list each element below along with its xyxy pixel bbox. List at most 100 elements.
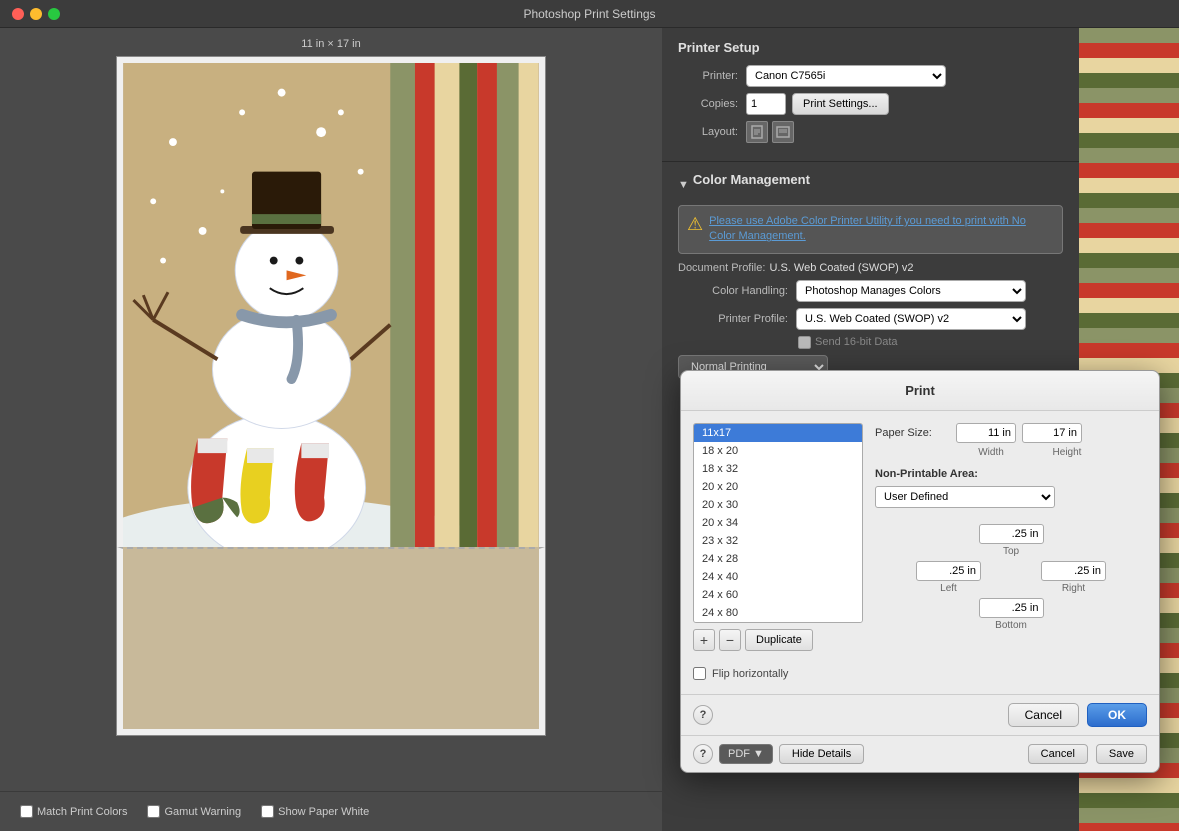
preview-area	[116, 56, 546, 736]
printer-label: Printer:	[678, 70, 738, 82]
top-margin-input[interactable]	[979, 524, 1044, 544]
color-handling-label: Color Handling:	[678, 285, 788, 297]
remove-paper-size-button[interactable]: −	[719, 629, 741, 651]
width-label: Width	[956, 447, 1026, 458]
list-item[interactable]: 11x17	[694, 424, 862, 442]
printer-profile-select[interactable]: U.S. Web Coated (SWOP) v2	[796, 308, 1026, 330]
pdf-button[interactable]: PDF ▼	[719, 744, 773, 764]
doc-profile-label: Document Profile:	[678, 262, 765, 274]
bottom-controls: Match Print Colors Gamut Warning Show Pa…	[0, 791, 662, 831]
cancel-button[interactable]: Cancel	[1008, 703, 1079, 727]
outer-cancel-button[interactable]: Cancel	[1028, 744, 1088, 764]
show-paper-white-checkbox[interactable]	[261, 805, 274, 818]
list-item[interactable]: 24 x 40	[694, 568, 862, 586]
print-dialog-footer: ? Cancel OK	[681, 694, 1159, 735]
list-item[interactable]: 20 x 34	[694, 514, 862, 532]
list-item[interactable]: 20 x 20	[694, 478, 862, 496]
doc-profile-value: U.S. Web Coated (SWOP) v2	[769, 262, 913, 274]
save-button[interactable]: Save	[1096, 744, 1147, 764]
non-printable-select[interactable]: User Defined	[875, 486, 1055, 508]
list-item[interactable]: 24 x 28	[694, 550, 862, 568]
printer-profile-label: Printer Profile:	[678, 313, 788, 325]
gamut-warning-checkbox[interactable]	[147, 805, 160, 818]
section-toggle-icon[interactable]: ▼	[678, 179, 689, 191]
show-paper-white-label[interactable]: Show Paper White	[261, 805, 369, 818]
copies-row: Copies: Print Settings...	[678, 93, 1063, 115]
warning-box: ⚠ Please use Adobe Color Printer Utility…	[678, 205, 1063, 254]
bottom-label: Bottom	[995, 620, 1027, 631]
maximize-button[interactable]	[48, 8, 60, 20]
portrait-layout-icon[interactable]	[746, 121, 768, 143]
copies-input[interactable]	[746, 93, 786, 115]
right-label: Right	[1062, 583, 1085, 594]
hide-details-button[interactable]: Hide Details	[779, 744, 864, 764]
layout-row: Layout:	[678, 121, 1063, 143]
layout-icons	[746, 121, 794, 143]
title-bar: Photoshop Print Settings	[0, 0, 1179, 28]
landscape-layout-icon[interactable]	[772, 121, 794, 143]
flip-horizontally-checkbox[interactable]	[693, 667, 706, 680]
paper-size-list[interactable]: 11x1718 x 2018 x 3220 x 2020 x 3020 x 34…	[693, 423, 863, 623]
match-print-colors-label[interactable]: Match Print Colors	[20, 805, 127, 818]
printer-profile-row: Printer Profile: U.S. Web Coated (SWOP) …	[678, 308, 1063, 330]
list-item[interactable]: Untitled	[694, 622, 862, 623]
printer-setup-section: Printer Setup Printer: Canon C7565i Copi…	[662, 28, 1079, 162]
list-item[interactable]: 24 x 60	[694, 586, 862, 604]
outer-help-button[interactable]: ?	[693, 744, 713, 764]
printer-row: Printer: Canon C7565i	[678, 65, 1063, 87]
warning-text[interactable]: Please use Adobe Color Printer Utility i…	[709, 214, 1054, 245]
top-label: Top	[1003, 546, 1019, 557]
layout-label: Layout:	[678, 126, 738, 138]
print-dialog-lower: Flip horizontally	[681, 663, 1159, 694]
right-margin-input[interactable]	[1041, 561, 1106, 581]
left-panel: 11 in × 17 in	[0, 28, 662, 831]
print-dialog-body: 11x1718 x 2018 x 3220 x 2020 x 3020 x 34…	[681, 411, 1159, 663]
list-item[interactable]: 24 x 80	[694, 604, 862, 622]
match-print-colors-checkbox[interactable]	[20, 805, 33, 818]
send-16bit-checkbox[interactable]	[798, 336, 811, 349]
printer-select[interactable]: Canon C7565i	[746, 65, 946, 87]
preview-image-top	[117, 57, 545, 547]
gamut-warning-label[interactable]: Gamut Warning	[147, 805, 241, 818]
left-label: Left	[940, 583, 957, 594]
print-dialog-title: Print	[681, 371, 1159, 411]
non-printable-label: Non-Printable Area:	[875, 468, 1147, 480]
paper-list-panel: 11x1718 x 2018 x 3220 x 2020 x 3020 x 34…	[693, 423, 863, 651]
help-button[interactable]: ?	[693, 705, 713, 725]
duplicate-button[interactable]: Duplicate	[745, 629, 813, 651]
send-16bit-label: Send 16-bit Data	[815, 336, 898, 348]
color-handling-select[interactable]: Photoshop Manages Colors	[796, 280, 1026, 302]
list-actions: + − Duplicate	[693, 629, 863, 651]
send-16bit-row: Send 16-bit Data	[798, 336, 1063, 349]
paper-height-input[interactable]	[1022, 423, 1082, 443]
left-margin-input[interactable]	[916, 561, 981, 581]
print-settings-panel: Paper Size: Width Height Non-Printable A…	[875, 423, 1147, 651]
snowman-svg	[123, 63, 539, 547]
list-item[interactable]: 20 x 30	[694, 496, 862, 514]
print-settings-button[interactable]: Print Settings...	[792, 93, 889, 115]
close-button[interactable]	[12, 8, 24, 20]
print-dialog[interactable]: Print 11x1718 x 2018 x 3220 x 2020 x 302…	[680, 370, 1160, 773]
list-item[interactable]: 18 x 20	[694, 442, 862, 460]
flip-horizontally-label: Flip horizontally	[712, 668, 788, 680]
minimize-button[interactable]	[30, 8, 42, 20]
pdf-chevron-icon: ▼	[753, 748, 764, 760]
add-paper-size-button[interactable]: +	[693, 629, 715, 651]
dialog-action-buttons: Cancel OK	[1008, 703, 1147, 727]
ok-button[interactable]: OK	[1087, 703, 1147, 727]
window-title: Photoshop Print Settings	[523, 7, 655, 21]
color-management-title: Color Management	[693, 172, 810, 187]
color-management-header: ▼ Color Management	[678, 172, 1063, 197]
list-item[interactable]: 23 x 32	[694, 532, 862, 550]
paper-size-label: Paper Size:	[875, 427, 950, 439]
snowman-scene	[123, 63, 539, 547]
paper-width-input[interactable]	[956, 423, 1016, 443]
copies-label: Copies:	[678, 98, 738, 110]
printer-setup-title: Printer Setup	[678, 40, 1063, 55]
warning-icon: ⚠	[687, 214, 703, 235]
window-controls[interactable]	[12, 8, 60, 20]
list-item[interactable]: 18 x 32	[694, 460, 862, 478]
bottom-margin-input[interactable]	[979, 598, 1044, 618]
page-size-label: 11 in × 17 in	[301, 38, 360, 50]
color-handling-row: Color Handling: Photoshop Manages Colors	[678, 280, 1063, 302]
